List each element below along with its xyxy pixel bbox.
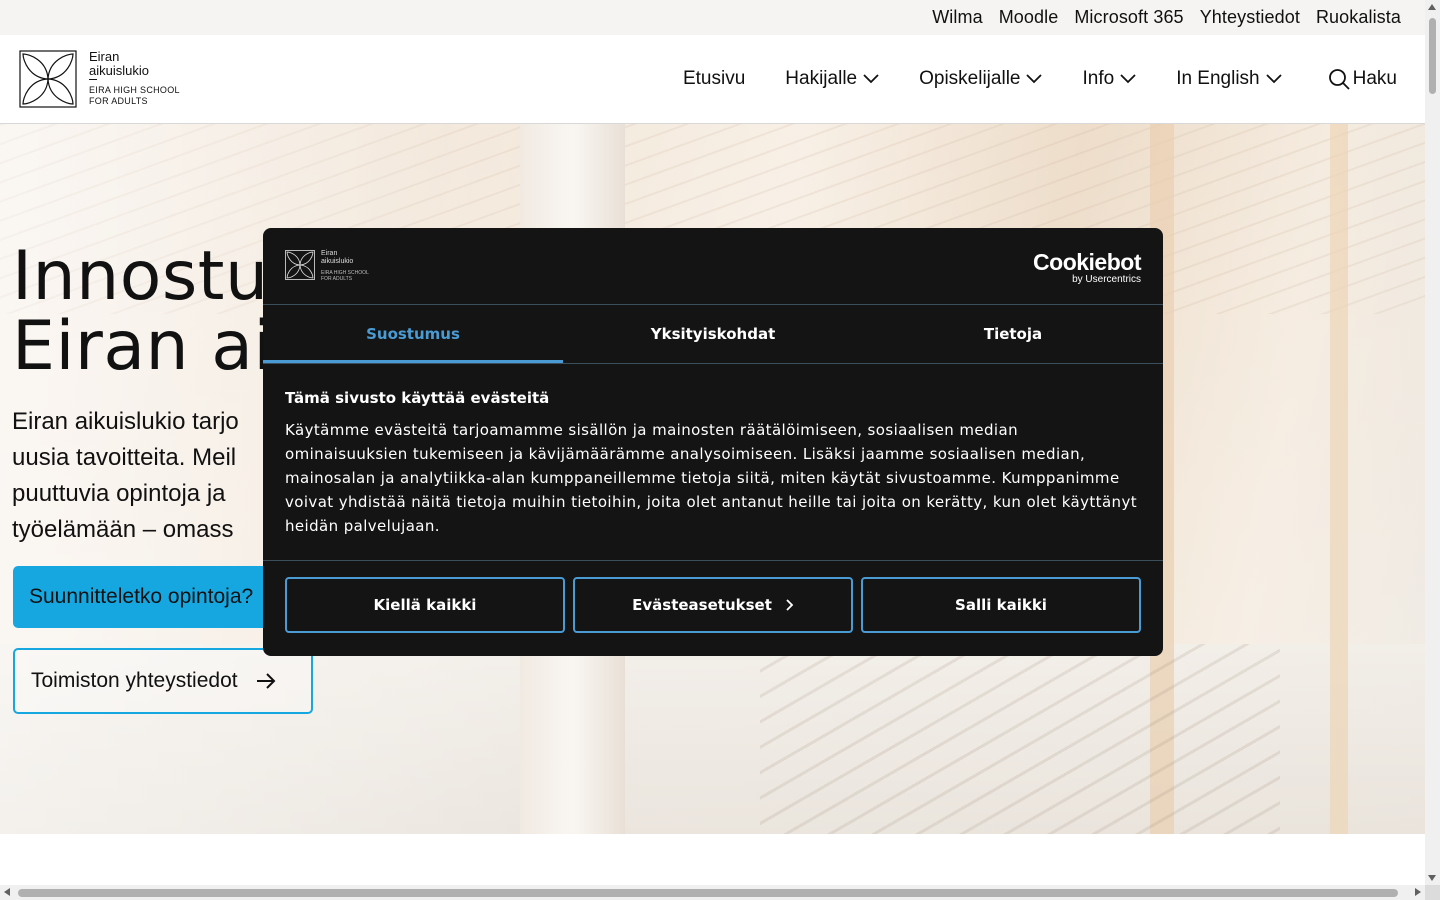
allow-all-button[interactable]: Salli kaikki xyxy=(861,577,1141,633)
cookie-tabs: Suostumus Yksityiskohdat Tietoja xyxy=(263,305,1163,363)
utility-link-moodle[interactable]: Moodle xyxy=(999,7,1059,28)
cookie-actions: Kiellä kaikki Evästeasetukset Salli kaik… xyxy=(285,577,1141,633)
scroll-right-arrow-icon[interactable] xyxy=(1415,888,1421,896)
flower-logo-icon xyxy=(285,250,315,280)
cookie-logo-line-1: Eiran xyxy=(321,250,338,257)
cookie-divider xyxy=(263,560,1163,561)
nav-item-applicant-label: Hakijalle xyxy=(785,68,858,89)
flower-logo-icon xyxy=(19,50,77,108)
cookie-settings-button[interactable]: Evästeasetukset xyxy=(573,577,853,633)
search-button[interactable]: Haku xyxy=(1322,68,1397,90)
cookie-consent-dialog: Eiran aikuislukio EIRA HIGH SCHOOL FOR A… xyxy=(263,228,1163,656)
nav-item-info-label: Info xyxy=(1082,68,1115,89)
logo-name: Eiran aikuislukio xyxy=(89,50,149,78)
cookie-settings-label: Evästeasetukset xyxy=(632,596,772,614)
logo-line-1: Eiran xyxy=(89,49,120,64)
nav-item-english-label: In English xyxy=(1176,68,1260,89)
cookie-logo-line-2: aikuislukio xyxy=(321,258,354,265)
utility-link-menu[interactable]: Ruokalista xyxy=(1316,7,1401,28)
site-logo[interactable]: Eiran aikuislukio EIRA HIGH SCHOOL FOR A… xyxy=(19,50,189,110)
nav-item-home-label: Etusivu xyxy=(682,68,746,89)
utility-bar: Wilma Moodle Microsoft 365 Yhteystiedot … xyxy=(0,0,1425,35)
tab-about[interactable]: Tietoja xyxy=(863,305,1163,363)
logo-line-3: EIRA HIGH SCHOOL xyxy=(89,85,180,95)
chevron-right-icon xyxy=(786,599,794,611)
utility-link-microsoft-365[interactable]: Microsoft 365 xyxy=(1074,7,1183,28)
scroll-up-arrow-icon[interactable] xyxy=(1428,4,1436,10)
tab-consent[interactable]: Suostumus xyxy=(263,305,563,363)
search-icon xyxy=(1328,69,1350,90)
hero-title-line-1: Innostu xyxy=(12,237,269,316)
cookiebot-by: by Usercentrics xyxy=(1072,274,1141,285)
nav-item-student-label: Opiskelijalle xyxy=(919,68,1021,89)
nav-item-applicant[interactable]: Hakijalle xyxy=(785,68,879,90)
nav-item-home[interactable]: Etusivu xyxy=(683,68,745,90)
chevron-down-icon xyxy=(1266,74,1282,84)
cookie-heading: Tämä sivusto käyttää evästeitä xyxy=(285,389,550,407)
main-nav: Etusivu Hakijalle Opiskelijalle Info In … xyxy=(643,35,1397,123)
allow-all-label: Salli kaikki xyxy=(955,596,1047,614)
hero-title-line-2: Eiran ai xyxy=(12,307,273,386)
cookie-logo-line-4: FOR ADULTS xyxy=(321,276,353,282)
arrow-right-icon xyxy=(256,673,276,689)
scroll-left-arrow-icon[interactable] xyxy=(4,888,10,896)
cookie-logo-name: Eiran aikuislukio xyxy=(321,250,353,266)
utility-link-wilma[interactable]: Wilma xyxy=(932,7,983,28)
hero-text-line-2: uusia tavoitteita. Meil xyxy=(12,444,237,471)
logo-line-4: FOR ADULTS xyxy=(89,96,148,106)
office-contacts-label: Toimiston yhteystiedot xyxy=(31,669,238,692)
scroll-down-arrow-icon[interactable] xyxy=(1428,875,1436,881)
logo-subtitle: EIRA HIGH SCHOOL FOR ADULTS xyxy=(89,85,180,107)
search-label: Haku xyxy=(1352,68,1397,89)
office-contacts-button[interactable]: Toimiston yhteystiedot xyxy=(13,648,313,714)
hero-text-line-1: Eiran aikuislukio tarjo xyxy=(12,408,239,435)
horizontal-scroll-thumb[interactable] xyxy=(18,889,1398,897)
cookie-dialog-logo: Eiran aikuislukio EIRA HIGH SCHOOL FOR A… xyxy=(285,250,375,284)
nav-item-info[interactable]: Info xyxy=(1082,68,1136,90)
horizontal-scrollbar[interactable] xyxy=(0,885,1425,900)
nav-item-student[interactable]: Opiskelijalle xyxy=(919,68,1043,90)
scrollbar-corner xyxy=(1425,885,1440,900)
hero-title: Innostu Eiran ai xyxy=(12,242,273,382)
cookie-description: Käytämme evästeitä tarjoamamme sisällön … xyxy=(285,421,1138,535)
vertical-scroll-thumb[interactable] xyxy=(1429,18,1436,94)
tab-details[interactable]: Yksityiskohdat xyxy=(563,305,863,363)
nav-item-english[interactable]: In English xyxy=(1176,68,1282,90)
vertical-scrollbar[interactable] xyxy=(1425,0,1440,885)
logo-line-2: aikuislukio xyxy=(89,63,149,78)
site-header: Eiran aikuislukio EIRA HIGH SCHOOL FOR A… xyxy=(0,35,1425,124)
deny-all-label: Kiellä kaikki xyxy=(373,596,477,614)
chevron-down-icon xyxy=(863,74,879,84)
cookie-logo-subtitle: EIRA HIGH SCHOOL FOR ADULTS xyxy=(321,270,369,282)
cookie-divider xyxy=(263,363,1163,364)
chevron-down-icon xyxy=(1120,74,1136,84)
cookiebot-logo[interactable]: Cookiebot by Usercentrics xyxy=(1033,250,1141,285)
logo-dash xyxy=(89,79,97,80)
chevron-down-icon xyxy=(1026,74,1043,84)
deny-all-button[interactable]: Kiellä kaikki xyxy=(285,577,565,633)
cookiebot-name: Cookiebot xyxy=(1033,249,1141,275)
plan-studies-label: Suunnitteletko opintoja? xyxy=(29,585,254,608)
hero-text-line-3: puuttuvia opintoja ja xyxy=(12,480,226,507)
hero-text-line-4: työelämään – omass xyxy=(12,516,234,543)
utility-link-contacts[interactable]: Yhteystiedot xyxy=(1200,7,1300,28)
